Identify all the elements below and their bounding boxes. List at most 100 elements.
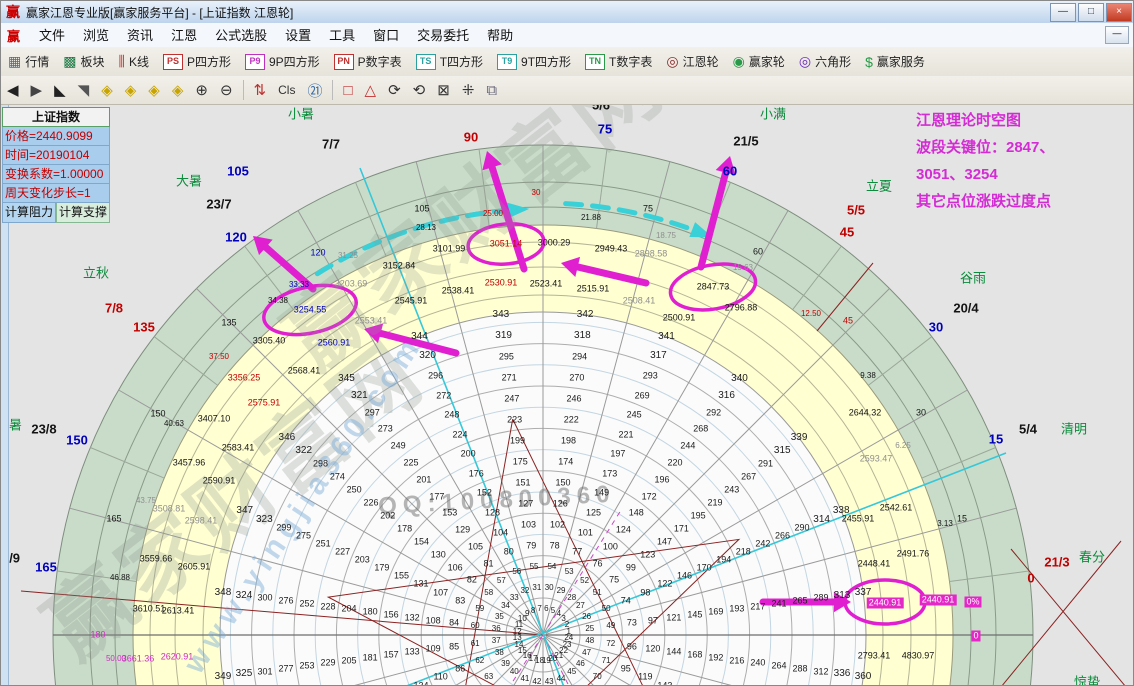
spiral-number: 220 (667, 459, 682, 468)
spiral-number: 73 (627, 619, 637, 628)
wheel-label: 立秋 (83, 267, 109, 280)
triangle-tool-icon[interactable]: △ (359, 79, 383, 101)
wheel-label: 3305.40 (253, 337, 286, 346)
wheel-label: 谷雨 (960, 272, 986, 285)
mdi-system-icon[interactable]: 赢 (7, 26, 20, 45)
wheel-label: 3457.96 (173, 459, 206, 468)
menu-item-资讯[interactable]: 资讯 (118, 25, 162, 46)
spiral-number: 241 (771, 599, 786, 608)
maximize-button[interactable]: □ (1078, 3, 1104, 22)
wheel-label: 5/4 (1019, 423, 1037, 436)
rotate-cw-icon[interactable]: ⟳ (382, 79, 407, 101)
spiral-number: 170 (697, 564, 712, 573)
toolbar-item-hexagon[interactable]: ◎六角形 (792, 51, 858, 73)
toolbar-item-9t-square[interactable]: T99T四方形 (490, 51, 578, 73)
spiral-number: 126 (553, 500, 568, 509)
wheel-label: 37.50 (209, 353, 229, 361)
wheel-label: 18.75 (656, 232, 676, 240)
menu-item-江恩[interactable]: 江恩 (162, 25, 206, 46)
wheel-label: 0 (1027, 572, 1034, 585)
menu-item-交易委托[interactable]: 交易委托 (408, 25, 478, 46)
wheel-label: 23/7 (206, 198, 231, 211)
wheel-label: 3407.10 (198, 415, 231, 424)
step-left-icon[interactable]: ◈ (95, 79, 119, 101)
toolbar-item-gann-wheel[interactable]: ◎江恩轮 (659, 51, 725, 73)
menu-item-浏览[interactable]: 浏览 (74, 25, 118, 46)
menu-item-公式选股[interactable]: 公式选股 (206, 25, 276, 46)
toolbar-item-winner-wheel[interactable]: ◉赢家轮 (726, 51, 792, 73)
spiral-number: 75 (609, 576, 619, 585)
spiral-number: 147 (657, 537, 672, 546)
step-up-icon[interactable]: ◈ (142, 79, 166, 101)
menu-item-窗口[interactable]: 窗口 (364, 25, 408, 46)
toolbar-item-t-square[interactable]: TST四方形 (409, 51, 490, 73)
spiral-number: 271 (502, 374, 517, 383)
spiral-number: 62 (475, 657, 484, 665)
spiral-number: 229 (321, 659, 336, 668)
calc-support-button[interactable]: 计算支撑 (56, 203, 110, 223)
spiral-number: 44 (557, 675, 566, 683)
menu-item-帮助[interactable]: 帮助 (478, 25, 522, 46)
screen-icon[interactable]: ⧉ (480, 80, 503, 101)
calendar-icon[interactable]: ㉑ (301, 78, 328, 103)
toolbar-item-kline[interactable]: ⫼K线 (112, 51, 156, 73)
square-tool-icon[interactable]: □ (337, 80, 358, 101)
expand-icon[interactable]: ⊠ (431, 79, 456, 101)
spiral-number: 109 (426, 645, 441, 654)
spiral-number: 253 (300, 662, 315, 671)
updown-axis-icon[interactable]: ⇅ (248, 79, 273, 101)
prev-arrow-icon[interactable]: ◀ (1, 79, 25, 101)
spiral-number: 194 (716, 556, 731, 565)
spiral-number: 349 (215, 672, 232, 682)
cls-button[interactable]: Cls (272, 81, 301, 99)
step-down-icon[interactable]: ◈ (166, 79, 190, 101)
spiral-number: 35 (495, 613, 504, 621)
wheel-label: 3356.25 (228, 374, 261, 383)
flag-left-icon[interactable]: ◣ (48, 79, 72, 101)
step-right-icon[interactable]: ◈ (119, 79, 143, 101)
spiral-number: 325 (236, 669, 253, 679)
spiral-number: 180 (363, 608, 378, 617)
spiral-number: 319 (495, 331, 512, 341)
spiral-number: 53 (565, 568, 574, 576)
wheel-label: 6.25 (895, 442, 911, 450)
collapse-icon[interactable]: ⁜ (456, 79, 481, 101)
spiral-number: 150 (555, 479, 570, 488)
toolbar-item-t-number-table[interactable]: TNT数字表 (578, 51, 659, 73)
highlighted-value-chip: 0% (964, 597, 981, 608)
spiral-number: 145 (687, 611, 702, 620)
toolbar-item-sectors[interactable]: ▩板块 (56, 51, 111, 73)
wheel-label: 28.13 (416, 224, 436, 232)
spiral-number: 277 (279, 664, 294, 673)
toolbar-item-p-square[interactable]: PSP四方形 (156, 51, 238, 73)
menu-item-设置[interactable]: 设置 (276, 25, 320, 46)
close-button[interactable]: × (1106, 3, 1132, 22)
toolbar-separator (332, 80, 333, 100)
next-arrow-icon[interactable]: ▶ (25, 79, 49, 101)
spiral-number: 77 (572, 548, 582, 557)
toolbar-item-9p-square[interactable]: P99P四方形 (238, 51, 327, 73)
minimize-button[interactable]: — (1050, 3, 1076, 22)
menu-item-工具[interactable]: 工具 (320, 25, 364, 46)
wheel-label: 3000.29 (538, 239, 571, 248)
spiral-number: 83 (455, 596, 465, 605)
mdi-minimize-button[interactable]: — (1105, 26, 1129, 44)
wheel-label: 31.25 (338, 252, 358, 260)
spiral-number: 99 (626, 563, 636, 572)
wheel-label: 2538.41 (442, 287, 475, 296)
annotation-note: 江恩理论时空图 波段关键位：2847、 3051、3254 其它点位涨跌过度点 (916, 107, 1134, 215)
rotate-ccw-icon[interactable]: ⟲ (407, 79, 432, 101)
wheel-label: 2613.41 (162, 607, 195, 616)
spiral-number: 312 (813, 667, 828, 676)
spiral-number: 119 (638, 673, 652, 682)
toolbar-item-winner-service[interactable]: $赢家服务 (858, 51, 932, 73)
toolbar-item-p-number-table[interactable]: PNP数字表 (327, 51, 409, 73)
calc-resistance-button[interactable]: 计算阻力 (2, 203, 56, 223)
menu-item-文件[interactable]: 文件 (30, 25, 74, 46)
toolbar-item-quotes[interactable]: ▦行情 (1, 51, 56, 73)
spiral-number: 42 (532, 678, 541, 686)
zoom-in-icon[interactable]: ⊕ (189, 79, 214, 101)
flag-right-icon[interactable]: ◥ (72, 79, 96, 101)
spiral-number: 226 (363, 499, 378, 508)
zoom-out-icon[interactable]: ⊖ (214, 79, 239, 101)
